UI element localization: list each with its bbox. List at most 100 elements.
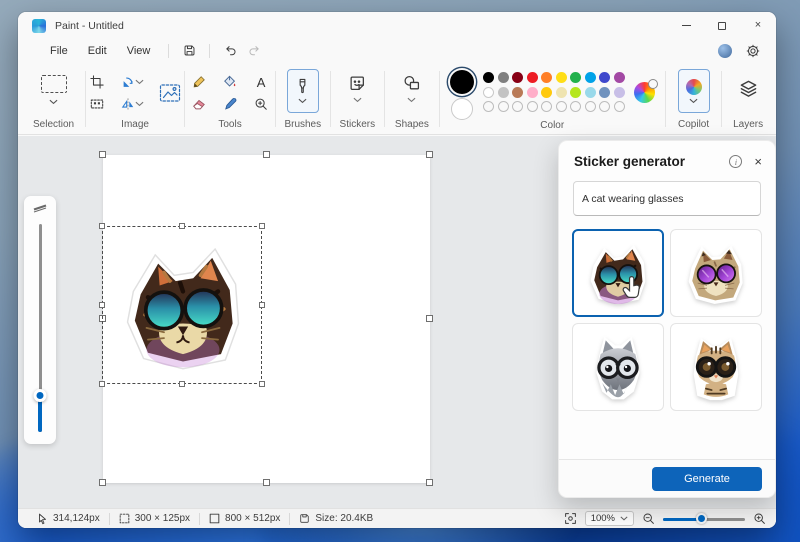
file-size-icon bbox=[299, 513, 310, 524]
canvas-selection[interactable] bbox=[102, 226, 262, 384]
palette-empty-slot[interactable] bbox=[498, 101, 509, 112]
palette-color-00a2e8[interactable] bbox=[585, 72, 596, 83]
close-button[interactable]: × bbox=[740, 12, 776, 39]
title-bar[interactable]: Paint - Untitled × bbox=[18, 12, 776, 39]
canvas-handle-sw[interactable] bbox=[99, 479, 106, 486]
foreground-color-swatch[interactable] bbox=[450, 70, 474, 94]
text-tool-button[interactable]: A bbox=[249, 71, 273, 93]
palette-color-a349a4[interactable] bbox=[614, 72, 625, 83]
selection-handle-n[interactable] bbox=[179, 223, 185, 229]
menu-edit[interactable]: Edit bbox=[78, 43, 117, 59]
canvas-handle-nw[interactable] bbox=[99, 151, 106, 158]
shapes-group[interactable]: Shapes bbox=[387, 64, 437, 134]
rotate-button[interactable] bbox=[116, 71, 148, 93]
palette-empty-slot[interactable] bbox=[483, 101, 494, 112]
background-color-swatch[interactable] bbox=[451, 98, 473, 120]
canvas-handle-se[interactable] bbox=[426, 479, 433, 486]
palette-empty-slot[interactable] bbox=[585, 101, 596, 112]
eraser-button[interactable] bbox=[187, 93, 211, 115]
zoom-slider-thumb[interactable] bbox=[696, 513, 707, 524]
palette-color-99d9ea[interactable] bbox=[585, 87, 596, 98]
size-slider-thumb[interactable] bbox=[34, 389, 47, 402]
panel-footer: Generate bbox=[559, 459, 775, 497]
zoom-in-icon[interactable] bbox=[753, 512, 766, 525]
palette-color-efe4b0[interactable] bbox=[556, 87, 567, 98]
menu-file[interactable]: File bbox=[40, 43, 78, 59]
palette-color-ffffff[interactable] bbox=[483, 87, 494, 98]
flip-button[interactable] bbox=[116, 93, 148, 115]
palette-color-c3c3c3[interactable] bbox=[498, 87, 509, 98]
layers-group[interactable]: Layers bbox=[724, 64, 772, 134]
palette-color-ffde17[interactable] bbox=[556, 72, 567, 83]
canvas-handle-n[interactable] bbox=[263, 151, 270, 158]
palette-color-880015[interactable] bbox=[512, 72, 523, 83]
magnifier-icon bbox=[254, 97, 268, 111]
info-icon[interactable]: i bbox=[729, 155, 742, 168]
palette-color-ff7f27[interactable] bbox=[541, 72, 552, 83]
zoom-out-icon[interactable] bbox=[642, 512, 655, 525]
crop-button[interactable] bbox=[85, 71, 109, 93]
sticker-thumb-2[interactable] bbox=[670, 229, 762, 317]
sticker-thumb-3[interactable] bbox=[572, 323, 664, 411]
palette-empty-slot[interactable] bbox=[570, 101, 581, 112]
minimize-button[interactable] bbox=[668, 12, 704, 39]
generate-button[interactable]: Generate bbox=[652, 467, 762, 491]
account-avatar[interactable] bbox=[718, 44, 732, 58]
edit-colors-wheel[interactable] bbox=[634, 82, 655, 103]
palette-color-3f48cc[interactable] bbox=[599, 72, 610, 83]
palette-empty-slot[interactable] bbox=[541, 101, 552, 112]
canvas-handle-e[interactable] bbox=[426, 315, 433, 322]
prompt-input[interactable] bbox=[573, 181, 761, 216]
sticker-thumb-4[interactable] bbox=[670, 323, 762, 411]
brushes-button[interactable] bbox=[287, 69, 319, 113]
selection-handle-sw[interactable] bbox=[99, 381, 105, 387]
canvas-handle-s[interactable] bbox=[263, 479, 270, 486]
resize-button[interactable] bbox=[155, 78, 185, 108]
selection-handle-s[interactable] bbox=[179, 381, 185, 387]
save-button[interactable] bbox=[177, 42, 201, 60]
palette-color-b97a57[interactable] bbox=[512, 87, 523, 98]
menu-view[interactable]: View bbox=[117, 43, 161, 59]
zoom-level-dropdown[interactable]: 100% bbox=[585, 511, 634, 526]
selection-handle-se[interactable] bbox=[259, 381, 265, 387]
selection-handle-w[interactable] bbox=[99, 302, 105, 308]
selection-handle-nw[interactable] bbox=[99, 223, 105, 229]
palette-empty-slot[interactable] bbox=[527, 101, 538, 112]
palette-empty-slot[interactable] bbox=[614, 101, 625, 112]
copilot-button[interactable] bbox=[678, 69, 710, 113]
canvas-handle-ne[interactable] bbox=[426, 151, 433, 158]
selection-handle-ne[interactable] bbox=[259, 223, 265, 229]
redo-button[interactable] bbox=[242, 42, 266, 60]
selection-handle-e[interactable] bbox=[259, 302, 265, 308]
settings-gear-icon[interactable] bbox=[746, 44, 760, 58]
palette-color-000000[interactable] bbox=[483, 72, 494, 83]
select-pixels-button[interactable] bbox=[85, 93, 109, 115]
pencil-button[interactable] bbox=[187, 71, 211, 93]
palette-color-ed1c24[interactable] bbox=[527, 72, 538, 83]
palette-color-7092be[interactable] bbox=[599, 87, 610, 98]
selection-group[interactable]: Selection bbox=[24, 64, 83, 134]
palette-empty-slot[interactable] bbox=[512, 101, 523, 112]
palette-color-22b14c[interactable] bbox=[570, 72, 581, 83]
palette-color-b5e61d[interactable] bbox=[570, 87, 581, 98]
paint-app-icon bbox=[32, 19, 46, 33]
stickers-group[interactable]: Stickers bbox=[333, 64, 383, 134]
size-slider-track[interactable] bbox=[39, 224, 42, 432]
palette-color-ffaec9[interactable] bbox=[527, 87, 538, 98]
fill-button[interactable] bbox=[218, 71, 242, 93]
fit-to-screen-icon[interactable] bbox=[564, 512, 577, 525]
undo-button[interactable] bbox=[218, 42, 242, 60]
panel-close-icon[interactable]: × bbox=[754, 155, 762, 168]
palette-empty-slot[interactable] bbox=[599, 101, 610, 112]
palette-color-c8bfe7[interactable] bbox=[614, 87, 625, 98]
zoom-slider[interactable] bbox=[663, 513, 745, 525]
maximize-button[interactable] bbox=[704, 12, 740, 39]
palette-empty-slot[interactable] bbox=[556, 101, 567, 112]
magnifier-button[interactable] bbox=[249, 93, 273, 115]
flip-icon bbox=[121, 97, 135, 111]
palette-color-ffc90e[interactable] bbox=[541, 87, 552, 98]
color-picker-button[interactable] bbox=[218, 93, 242, 115]
canvas-size-status: 800 × 512px bbox=[200, 513, 289, 524]
sticker-thumb-1[interactable] bbox=[572, 229, 664, 317]
palette-color-7f7f7f[interactable] bbox=[498, 72, 509, 83]
